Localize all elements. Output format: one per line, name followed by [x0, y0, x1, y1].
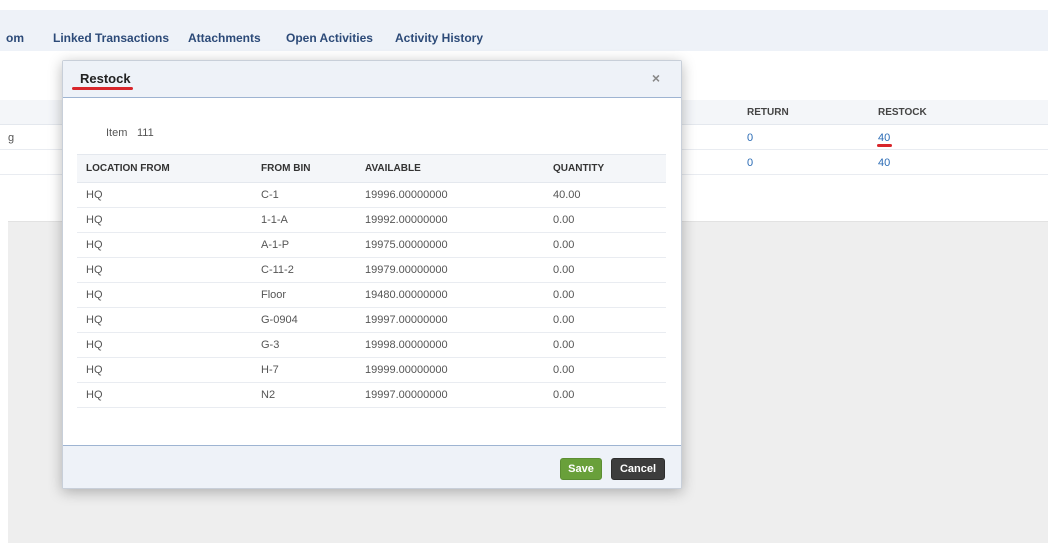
location-cell: HQ [77, 257, 252, 283]
modal-footer: Save Cancel [63, 446, 681, 488]
table-row[interactable]: HQ G-3 19998.00000000 0.00 [77, 332, 666, 358]
bin-cell: A-1-P [252, 232, 356, 258]
location-cell: HQ [77, 307, 252, 333]
row-partial-cell: g [8, 132, 15, 144]
item-label: Item [106, 127, 128, 139]
quantity-cell: 0.00 [544, 382, 666, 408]
modal-header: Restock × [63, 61, 681, 98]
available-cell: 19975.00000000 [356, 232, 544, 258]
table-row[interactable]: HQ A-1-P 19975.00000000 0.00 [77, 232, 666, 258]
quantity-cell: 0.00 [544, 307, 666, 333]
quantity-cell: 0.00 [544, 232, 666, 258]
quantity-cell: 0.00 [544, 357, 666, 383]
location-from-header: LOCATION FROM [77, 154, 252, 183]
return-value[interactable]: 0 [747, 132, 753, 144]
title-red-underline [72, 87, 133, 90]
quantity-cell: 40.00 [544, 182, 666, 208]
bin-cell: Floor [252, 282, 356, 308]
tab-activity-history[interactable]: Activity History [395, 31, 483, 45]
tab-attachments[interactable]: Attachments [188, 31, 261, 45]
table-row[interactable]: HQ C-1 19996.00000000 40.00 [77, 182, 666, 208]
table-row[interactable]: HQ 1-1-A 19992.00000000 0.00 [77, 207, 666, 233]
location-cell: HQ [77, 182, 252, 208]
table-header-row: LOCATION FROM FROM BIN AVAILABLE QUANTIT… [77, 154, 666, 183]
available-cell: 19992.00000000 [356, 207, 544, 233]
location-cell: HQ [77, 207, 252, 233]
tab-bar: om Linked Transactions Attachments Open … [0, 10, 1048, 52]
bin-cell: C-1 [252, 182, 356, 208]
tab-linked-transactions[interactable]: Linked Transactions [53, 31, 169, 45]
tab-open-activities[interactable]: Open Activities [286, 31, 373, 45]
restock-link[interactable]: 40 [878, 157, 890, 169]
restock-header: RESTOCK [878, 107, 927, 118]
quantity-cell: 0.00 [544, 257, 666, 283]
available-cell: 19480.00000000 [356, 282, 544, 308]
quantity-cell: 0.00 [544, 282, 666, 308]
return-header: RETURN [747, 107, 789, 118]
available-cell: 19997.00000000 [356, 307, 544, 333]
available-header: AVAILABLE [356, 154, 544, 183]
table-row[interactable]: HQ G-0904 19997.00000000 0.00 [77, 307, 666, 333]
bin-cell: H-7 [252, 357, 356, 383]
quantity-cell: 0.00 [544, 332, 666, 358]
save-button[interactable]: Save [560, 458, 602, 480]
bin-cell: N2 [252, 382, 356, 408]
top-strip [0, 0, 1048, 10]
restock-modal: Restock × Item 111 LOCATION FROM FROM BI… [62, 60, 682, 489]
quantity-cell: 0.00 [544, 207, 666, 233]
from-bin-header: FROM BIN [252, 154, 356, 183]
location-cell: HQ [77, 282, 252, 308]
location-cell: HQ [77, 332, 252, 358]
table-row[interactable]: HQ Floor 19480.00000000 0.00 [77, 282, 666, 308]
location-cell: HQ [77, 232, 252, 258]
modal-title: Restock [80, 71, 131, 86]
available-cell: 19996.00000000 [356, 182, 544, 208]
bin-cell: G-3 [252, 332, 356, 358]
bin-cell: 1-1-A [252, 207, 356, 233]
item-value: 111 [137, 127, 154, 139]
location-cell: HQ [77, 357, 252, 383]
available-cell: 19999.00000000 [356, 357, 544, 383]
available-cell: 19998.00000000 [356, 332, 544, 358]
table-row[interactable]: HQ H-7 19999.00000000 0.00 [77, 357, 666, 383]
restock-table: LOCATION FROM FROM BIN AVAILABLE QUANTIT… [77, 154, 666, 408]
table-row[interactable]: HQ C-11-2 19979.00000000 0.00 [77, 257, 666, 283]
tab-partial[interactable]: om [6, 31, 24, 45]
cancel-button[interactable]: Cancel [611, 458, 665, 480]
restock-link[interactable]: 40 [878, 132, 890, 144]
quantity-header: QUANTITY [544, 154, 666, 183]
restock-red-underline [877, 144, 892, 147]
close-icon[interactable]: × [649, 71, 663, 85]
return-value[interactable]: 0 [747, 157, 753, 169]
modal-body: Item 111 LOCATION FROM FROM BIN AVAILABL… [63, 98, 681, 446]
available-cell: 19979.00000000 [356, 257, 544, 283]
location-cell: HQ [77, 382, 252, 408]
available-cell: 19997.00000000 [356, 382, 544, 408]
table-row[interactable]: HQ N2 19997.00000000 0.00 [77, 382, 666, 408]
bin-cell: G-0904 [252, 307, 356, 333]
bin-cell: C-11-2 [252, 257, 356, 283]
